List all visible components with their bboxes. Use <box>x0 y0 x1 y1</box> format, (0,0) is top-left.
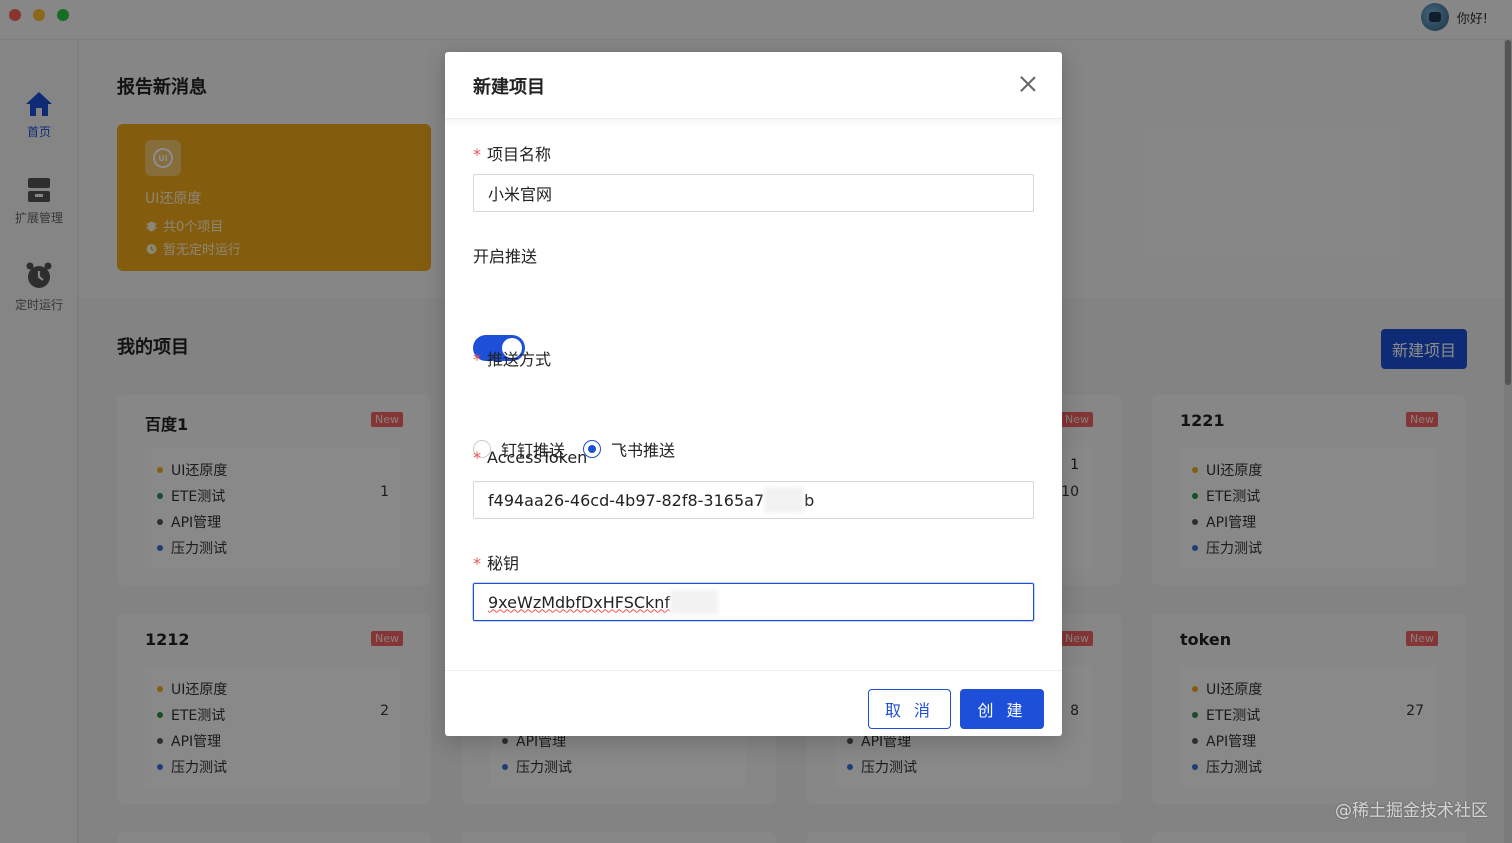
cancel-button[interactable]: 取 消 <box>868 689 951 729</box>
project-name-input[interactable] <box>473 174 1034 212</box>
watermark: @稀土掘金技术社区 <box>1335 801 1488 821</box>
dialog-header: 新建项目 <box>445 52 1062 119</box>
redaction-blur <box>670 590 719 614</box>
redaction-blur <box>764 487 805 513</box>
push-enabled-label: 开启推送 <box>473 247 538 266</box>
new-project-dialog: 新建项目 *项目名称 开启推送 *推送方式 钉钉推送 飞书推送 *Acc <box>445 52 1062 736</box>
dialog-footer: 取 消 创 建 <box>445 670 1062 736</box>
access-token-input[interactable]: f494aa26-46cd-4b97-82f8-3165a7 b <box>473 481 1034 519</box>
secret-input[interactable]: 9xeWzMdbfDxHFSCknf <box>473 583 1034 621</box>
radio-feishu[interactable]: 飞书推送 <box>583 437 675 461</box>
secret-label: * 秘钥 <box>473 554 520 573</box>
radio-label: 飞书推送 <box>611 441 676 460</box>
required-mark: * <box>473 145 481 164</box>
dialog-title: 新建项目 <box>473 77 545 98</box>
required-mark: * <box>473 350 481 369</box>
access-token-label: * AccessToken <box>473 448 588 467</box>
push-method-label: * 推送方式 <box>473 350 552 369</box>
create-button[interactable]: 创 建 <box>960 689 1044 729</box>
required-mark: * <box>473 448 481 467</box>
close-icon[interactable] <box>1018 74 1038 94</box>
required-mark: * <box>473 554 481 573</box>
project-name-label: * 项目名称 <box>473 145 552 164</box>
